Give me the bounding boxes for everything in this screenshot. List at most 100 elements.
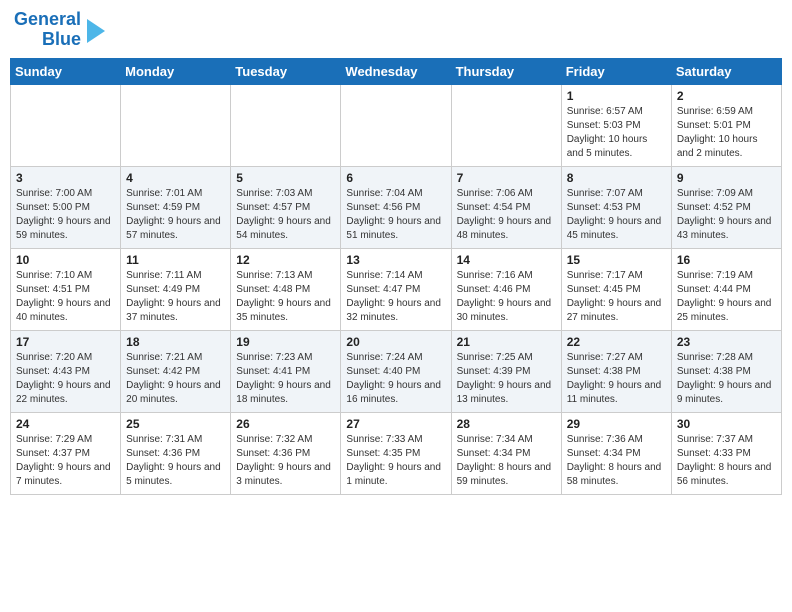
calendar-cell bbox=[341, 84, 451, 166]
day-info: Sunrise: 7:13 AM Sunset: 4:48 PM Dayligh… bbox=[236, 269, 335, 325]
weekday-header: Thursday bbox=[451, 58, 561, 84]
day-number: 26 bbox=[236, 417, 335, 431]
calendar-cell: 21Sunrise: 7:25 AM Sunset: 4:39 PM Dayli… bbox=[451, 330, 561, 412]
calendar-cell: 3 Sunrise: 7:00 AM Sunset: 5:00 PM Daylig… bbox=[11, 166, 121, 248]
day-info: Sunrise: 7:24 AM Sunset: 4:40 PM Dayligh… bbox=[346, 351, 445, 407]
day-info: Sunrise: 6:59 AM Sunset: 5:01 PM Dayligh… bbox=[677, 105, 776, 161]
calendar-cell: 15Sunrise: 7:17 AM Sunset: 4:45 PM Dayli… bbox=[561, 248, 671, 330]
day-info: Sunrise: 7:20 AM Sunset: 4:43 PM Dayligh… bbox=[16, 351, 115, 407]
calendar-table: SundayMondayTuesdayWednesdayThursdayFrid… bbox=[10, 58, 782, 495]
day-number: 16 bbox=[677, 253, 776, 267]
calendar-week-row: 1 Sunrise: 6:57 AM Sunset: 5:03 PM Daylig… bbox=[11, 84, 782, 166]
day-number: 1 bbox=[567, 89, 666, 103]
calendar-cell: 11 Sunrise: 7:11 AM Sunset: 4:49 PM Dayli… bbox=[121, 248, 231, 330]
calendar-cell: 2 Sunrise: 6:59 AM Sunset: 5:01 PM Daylig… bbox=[671, 84, 781, 166]
logo-text2: Blue bbox=[42, 30, 81, 50]
calendar-cell bbox=[121, 84, 231, 166]
calendar-week-row: 24 Sunrise: 7:29 AM Sunset: 4:37 PM Dayli… bbox=[11, 412, 782, 494]
weekday-header: Saturday bbox=[671, 58, 781, 84]
calendar-cell: 18Sunrise: 7:21 AM Sunset: 4:42 PM Dayli… bbox=[121, 330, 231, 412]
calendar-cell: 26 Sunrise: 7:32 AM Sunset: 4:36 PM Dayli… bbox=[231, 412, 341, 494]
day-info: Sunrise: 7:07 AM Sunset: 4:53 PM Dayligh… bbox=[567, 187, 666, 243]
day-number: 7 bbox=[457, 171, 556, 185]
weekday-header: Wednesday bbox=[341, 58, 451, 84]
calendar-cell: 19 Sunrise: 7:23 AM Sunset: 4:41 PM Dayli… bbox=[231, 330, 341, 412]
day-info: Sunrise: 7:03 AM Sunset: 4:57 PM Dayligh… bbox=[236, 187, 335, 243]
day-number: 12 bbox=[236, 253, 335, 267]
day-info: Sunrise: 7:10 AM Sunset: 4:51 PM Dayligh… bbox=[16, 269, 115, 325]
day-info: Sunrise: 7:23 AM Sunset: 4:41 PM Dayligh… bbox=[236, 351, 335, 407]
day-number: 18 bbox=[126, 335, 225, 349]
day-info: Sunrise: 7:04 AM Sunset: 4:56 PM Dayligh… bbox=[346, 187, 445, 243]
calendar-cell: 22 Sunrise: 7:27 AM Sunset: 4:38 PM Dayli… bbox=[561, 330, 671, 412]
calendar-cell: 6 Sunrise: 7:04 AM Sunset: 4:56 PM Daylig… bbox=[341, 166, 451, 248]
calendar-week-row: 17 Sunrise: 7:20 AM Sunset: 4:43 PM Dayli… bbox=[11, 330, 782, 412]
day-number: 10 bbox=[16, 253, 115, 267]
day-info: Sunrise: 7:27 AM Sunset: 4:38 PM Dayligh… bbox=[567, 351, 666, 407]
calendar-cell: 9 Sunrise: 7:09 AM Sunset: 4:52 PM Daylig… bbox=[671, 166, 781, 248]
calendar-cell: 1 Sunrise: 6:57 AM Sunset: 5:03 PM Daylig… bbox=[561, 84, 671, 166]
day-info: Sunrise: 7:28 AM Sunset: 4:38 PM Dayligh… bbox=[677, 351, 776, 407]
calendar-week-row: 3 Sunrise: 7:00 AM Sunset: 5:00 PM Daylig… bbox=[11, 166, 782, 248]
day-number: 3 bbox=[16, 171, 115, 185]
day-info: Sunrise: 7:31 AM Sunset: 4:36 PM Dayligh… bbox=[126, 433, 225, 489]
calendar-cell: 24 Sunrise: 7:29 AM Sunset: 4:37 PM Dayli… bbox=[11, 412, 121, 494]
day-number: 27 bbox=[346, 417, 445, 431]
calendar-cell: 5 Sunrise: 7:03 AM Sunset: 4:57 PM Daylig… bbox=[231, 166, 341, 248]
day-number: 5 bbox=[236, 171, 335, 185]
calendar-cell: 20 Sunrise: 7:24 AM Sunset: 4:40 PM Dayli… bbox=[341, 330, 451, 412]
calendar-cell: 4 Sunrise: 7:01 AM Sunset: 4:59 PM Daylig… bbox=[121, 166, 231, 248]
day-number: 22 bbox=[567, 335, 666, 349]
day-number: 19 bbox=[236, 335, 335, 349]
day-number: 21 bbox=[457, 335, 556, 349]
day-info: Sunrise: 7:33 AM Sunset: 4:35 PM Dayligh… bbox=[346, 433, 445, 489]
day-info: Sunrise: 7:06 AM Sunset: 4:54 PM Dayligh… bbox=[457, 187, 556, 243]
day-info: Sunrise: 7:29 AM Sunset: 4:37 PM Dayligh… bbox=[16, 433, 115, 489]
day-number: 13 bbox=[346, 253, 445, 267]
calendar-cell: 10 Sunrise: 7:10 AM Sunset: 4:51 PM Dayli… bbox=[11, 248, 121, 330]
day-info: Sunrise: 7:16 AM Sunset: 4:46 PM Dayligh… bbox=[457, 269, 556, 325]
day-number: 6 bbox=[346, 171, 445, 185]
day-number: 25 bbox=[126, 417, 225, 431]
day-info: Sunrise: 7:32 AM Sunset: 4:36 PM Dayligh… bbox=[236, 433, 335, 489]
weekday-header: Tuesday bbox=[231, 58, 341, 84]
day-number: 24 bbox=[16, 417, 115, 431]
day-number: 20 bbox=[346, 335, 445, 349]
day-number: 28 bbox=[457, 417, 556, 431]
day-info: Sunrise: 7:09 AM Sunset: 4:52 PM Dayligh… bbox=[677, 187, 776, 243]
page-header: General Blue bbox=[10, 10, 782, 50]
day-number: 29 bbox=[567, 417, 666, 431]
calendar-cell: 29 Sunrise: 7:36 AM Sunset: 4:34 PM Dayli… bbox=[561, 412, 671, 494]
calendar-cell: 17 Sunrise: 7:20 AM Sunset: 4:43 PM Dayli… bbox=[11, 330, 121, 412]
day-info: Sunrise: 6:57 AM Sunset: 5:03 PM Dayligh… bbox=[567, 105, 666, 161]
calendar-cell: 25 Sunrise: 7:31 AM Sunset: 4:36 PM Dayli… bbox=[121, 412, 231, 494]
day-info: Sunrise: 7:19 AM Sunset: 4:44 PM Dayligh… bbox=[677, 269, 776, 325]
day-info: Sunrise: 7:14 AM Sunset: 4:47 PM Dayligh… bbox=[346, 269, 445, 325]
day-number: 8 bbox=[567, 171, 666, 185]
logo: General Blue bbox=[14, 10, 105, 50]
calendar-cell bbox=[231, 84, 341, 166]
day-number: 23 bbox=[677, 335, 776, 349]
day-info: Sunrise: 7:11 AM Sunset: 4:49 PM Dayligh… bbox=[126, 269, 225, 325]
logo-text: General bbox=[14, 10, 81, 30]
day-number: 14 bbox=[457, 253, 556, 267]
calendar-cell: 30Sunrise: 7:37 AM Sunset: 4:33 PM Dayli… bbox=[671, 412, 781, 494]
calendar-cell: 23 Sunrise: 7:28 AM Sunset: 4:38 PM Dayli… bbox=[671, 330, 781, 412]
logo-arrow-icon bbox=[87, 19, 105, 43]
day-number: 17 bbox=[16, 335, 115, 349]
day-info: Sunrise: 7:01 AM Sunset: 4:59 PM Dayligh… bbox=[126, 187, 225, 243]
weekday-header-row: SundayMondayTuesdayWednesdayThursdayFrid… bbox=[11, 58, 782, 84]
day-info: Sunrise: 7:37 AM Sunset: 4:33 PM Dayligh… bbox=[677, 433, 776, 489]
day-number: 11 bbox=[126, 253, 225, 267]
weekday-header: Monday bbox=[121, 58, 231, 84]
day-number: 9 bbox=[677, 171, 776, 185]
weekday-header: Friday bbox=[561, 58, 671, 84]
day-number: 15 bbox=[567, 253, 666, 267]
day-number: 2 bbox=[677, 89, 776, 103]
day-number: 4 bbox=[126, 171, 225, 185]
calendar-cell bbox=[451, 84, 561, 166]
calendar-cell: 8 Sunrise: 7:07 AM Sunset: 4:53 PM Daylig… bbox=[561, 166, 671, 248]
day-info: Sunrise: 7:36 AM Sunset: 4:34 PM Dayligh… bbox=[567, 433, 666, 489]
calendar-cell: 12 Sunrise: 7:13 AM Sunset: 4:48 PM Dayli… bbox=[231, 248, 341, 330]
day-info: Sunrise: 7:00 AM Sunset: 5:00 PM Dayligh… bbox=[16, 187, 115, 243]
